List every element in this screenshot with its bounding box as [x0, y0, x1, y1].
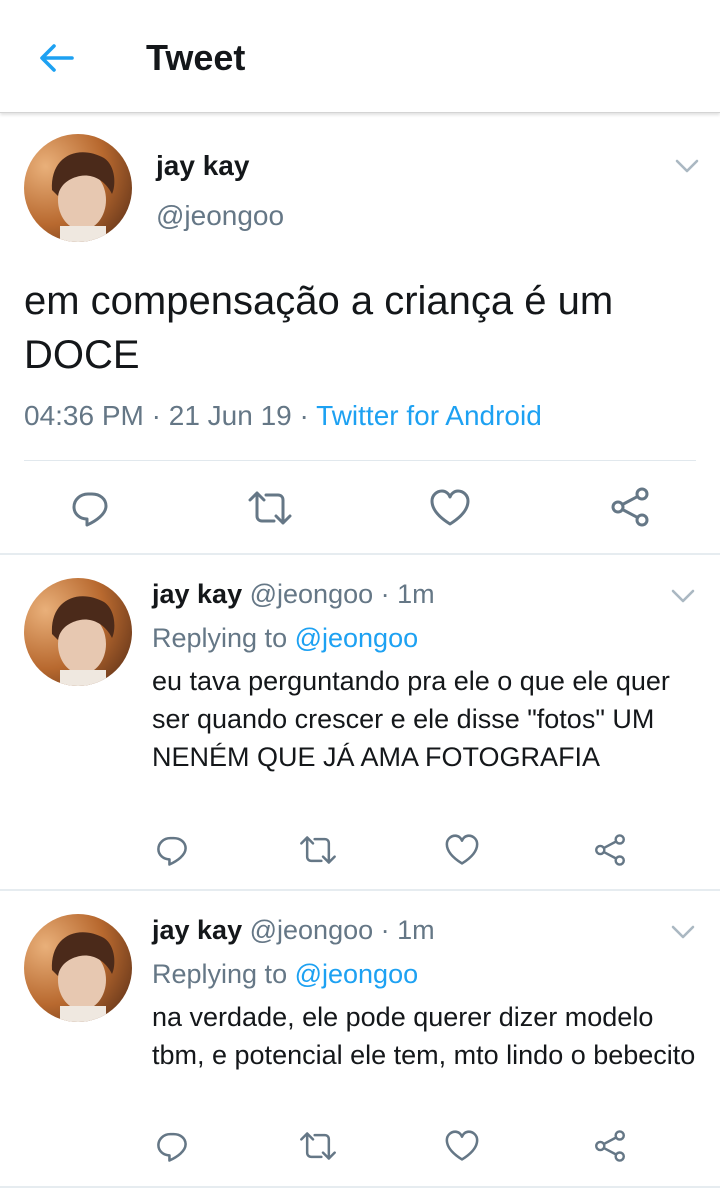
replying-prefix: Replying to [152, 623, 295, 653]
chevron-down-icon [671, 589, 695, 603]
share-button[interactable] [606, 484, 654, 530]
replying-to-handle[interactable]: @jeongoo [295, 623, 419, 653]
reply-text: eu tava perguntando pra ele o que ele qu… [152, 666, 670, 772]
avatar-photo [24, 578, 132, 686]
chevron-down-icon [671, 925, 695, 939]
reply-button[interactable] [152, 830, 192, 870]
meta-separator: · [373, 915, 398, 945]
tweet-menu-button[interactable] [670, 587, 696, 605]
reply-button[interactable] [68, 486, 112, 530]
arrow-left-icon [40, 44, 74, 72]
avatar[interactable] [24, 578, 132, 686]
tweet-menu-button[interactable] [674, 157, 700, 175]
share-button[interactable] [590, 830, 630, 870]
tweet-date: 21 Jun 19 [168, 400, 292, 431]
retweet-button[interactable] [296, 1126, 340, 1166]
chevron-down-icon [675, 159, 699, 173]
author-name[interactable]: jay kay [152, 579, 242, 609]
tweet-time: 04:36 PM [24, 400, 144, 431]
tweet-age: 1m [397, 579, 435, 609]
top-app-bar: Tweet [0, 0, 720, 113]
tweet-source-link[interactable]: Twitter for Android [316, 400, 542, 431]
reply-bubble-icon [157, 836, 187, 866]
share-icon [595, 834, 625, 866]
meta-separator: · [291, 400, 317, 431]
tweet-age: 1m [397, 915, 435, 945]
meta-separator: · [373, 579, 398, 609]
tweet-separator [0, 1186, 720, 1188]
divider [24, 460, 696, 461]
retweet-icon [300, 836, 336, 864]
reply-header: jay kay @jeongoo · 1m [152, 576, 435, 612]
retweet-button[interactable] [296, 830, 340, 870]
avatar[interactable] [24, 134, 132, 242]
author-handle[interactable]: @jeongoo [250, 579, 374, 609]
like-button[interactable] [442, 1126, 482, 1166]
tweet-text: em compensação a criança é um DOCE [24, 279, 614, 377]
share-icon [611, 487, 649, 527]
retweet-button[interactable] [246, 486, 294, 530]
share-icon [595, 1130, 625, 1162]
meta-separator: · [143, 400, 169, 431]
tweet-meta: 04:36 PM · 21 Jun 19 · Twitter for Andro… [24, 396, 542, 436]
author-name[interactable]: jay kay [152, 915, 242, 945]
replying-to-handle[interactable]: @jeongoo [295, 959, 419, 989]
page-title: Tweet [146, 37, 246, 78]
avatar[interactable] [24, 914, 132, 1022]
author-name[interactable]: jay kay [156, 148, 249, 184]
retweet-icon [300, 1132, 336, 1160]
heart-icon [445, 1130, 479, 1161]
reply-button[interactable] [152, 1126, 192, 1166]
reply-bubble-icon [157, 1132, 187, 1162]
tweet-menu-button[interactable] [670, 923, 696, 941]
replying-prefix: Replying to [152, 959, 295, 989]
replying-to: Replying to @jeongoo [152, 620, 418, 656]
avatar-photo [24, 134, 132, 242]
like-button[interactable] [428, 486, 472, 530]
tweet-separator [0, 553, 720, 555]
heart-icon [445, 834, 479, 865]
back-button[interactable] [34, 38, 78, 78]
reply-text: na verdade, ele pode querer dizer modelo… [152, 1002, 696, 1070]
reply-header: jay kay @jeongoo · 1m [152, 912, 435, 948]
share-button[interactable] [590, 1126, 630, 1166]
reply-bubble-icon [72, 492, 108, 527]
tweet-separator [0, 889, 720, 891]
avatar-photo [24, 914, 132, 1022]
retweet-icon [248, 491, 292, 525]
author-handle[interactable]: @jeongoo [156, 198, 284, 234]
like-button[interactable] [442, 830, 482, 870]
author-handle[interactable]: @jeongoo [250, 915, 374, 945]
replying-to: Replying to @jeongoo [152, 956, 418, 992]
heart-icon [430, 489, 470, 526]
